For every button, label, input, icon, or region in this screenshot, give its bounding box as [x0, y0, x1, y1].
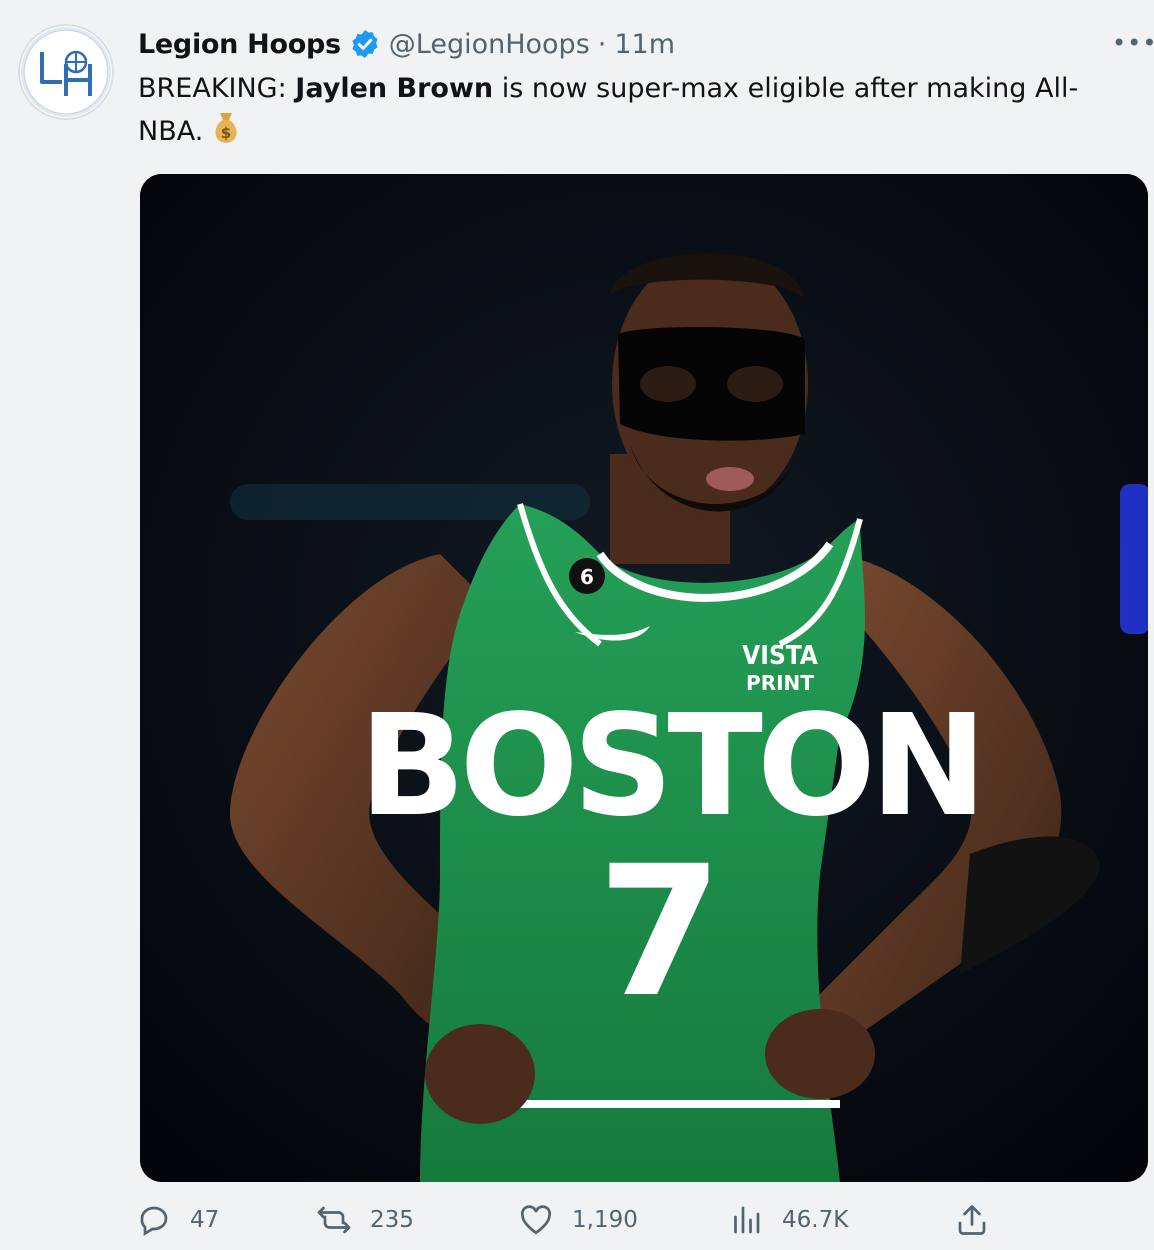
retweet-count: 235 [370, 1207, 414, 1233]
author-avatar[interactable]: LH [18, 24, 114, 120]
jersey-sponsor-line1: VISTA [742, 641, 818, 671]
more-icon: ••• [1112, 29, 1154, 57]
tweet-text: BREAKING: Jaylen Brown is now super-max … [138, 68, 1128, 159]
like-button[interactable]: 1,190 [518, 1200, 638, 1240]
retweet-icon [317, 1206, 351, 1234]
tweet-header: Legion Hoops @LegionHoops · 11m [138, 26, 675, 62]
tweet-actions: 47 235 1,190 46.7K [136, 1200, 1136, 1240]
share-button[interactable] [954, 1200, 990, 1240]
verified-badge-icon [352, 30, 378, 58]
legion-hoops-logo-icon: LH [21, 27, 111, 117]
more-options-button[interactable]: ••• [1112, 28, 1154, 58]
tweet-text-prefix: BREAKING: [138, 73, 296, 104]
jaylen-brown-photo-image: 6 VISTA PRINT BOSTON 7 [140, 174, 1148, 1182]
views-button[interactable]: 46.7K [728, 1200, 848, 1240]
author-name[interactable]: Legion Hoops [138, 29, 341, 60]
author-handle[interactable]: @LegionHoops [389, 29, 590, 60]
svg-text:$: $ [221, 124, 231, 142]
reply-count: 47 [190, 1207, 220, 1233]
reply-button[interactable]: 47 [136, 1200, 219, 1240]
separator-dot: · [597, 28, 607, 60]
heart-icon [520, 1205, 552, 1235]
like-count: 1,190 [572, 1207, 638, 1233]
jersey-team-text: BOSTON [359, 685, 981, 848]
view-count: 46.7K [782, 1207, 849, 1233]
retweet-button[interactable]: 235 [316, 1200, 414, 1240]
jersey-badge: 6 [580, 565, 594, 589]
tweet-timestamp[interactable]: 11m [614, 29, 675, 60]
money-bag-icon: $ [209, 110, 243, 159]
tweet-photo[interactable]: 6 VISTA PRINT BOSTON 7 [140, 174, 1148, 1182]
jersey-number-text: 7 [597, 828, 722, 1037]
reply-icon [140, 1206, 168, 1236]
analytics-icon [734, 1206, 760, 1234]
share-icon [958, 1205, 986, 1235]
tweet-text-mention: Jaylen Brown [295, 73, 494, 104]
